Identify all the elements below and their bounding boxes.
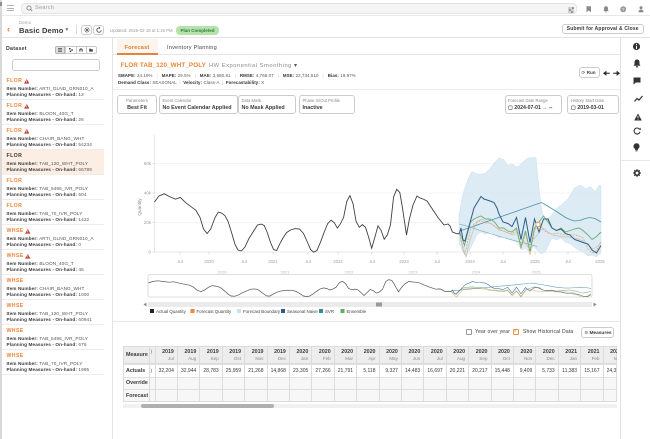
svg-text:40k: 40k [144,191,152,196]
svg-text:Jul: Jul [241,259,247,264]
svg-text:20k: 20k [144,220,152,225]
svg-text:2024: 2024 [472,270,482,275]
svg-text:Ensemble: Ensemble [347,309,367,314]
svg-text:Forecast Boundary: Forecast Boundary [243,309,281,314]
svg-text:2021: 2021 [281,270,291,275]
svg-text:Jul: Jul [177,259,183,264]
svg-text:2020: 2020 [218,270,228,275]
svg-text:Jul: Jul [500,259,506,264]
svg-text:SVR: SVR [325,309,334,314]
svg-text:Seasonal Naive: Seasonal Naive [287,309,318,314]
svg-text:Jul: Jul [369,259,375,264]
svg-text:0: 0 [149,250,152,255]
svg-text:2022: 2022 [333,259,343,264]
svg-text:Jul: Jul [565,259,571,264]
svg-text:2022: 2022 [345,270,355,275]
svg-text:60k: 60k [144,161,152,166]
svg-text:2023: 2023 [409,270,419,275]
svg-text:2024: 2024 [465,259,475,264]
svg-text:2023: 2023 [399,259,409,264]
svg-text:2020: 2020 [204,259,214,264]
svg-text:2025: 2025 [532,270,542,275]
svg-text:2021: 2021 [268,259,278,264]
svg-text:Actual Quantity: Actual Quantity [156,309,187,314]
svg-text:Forecast Quantity: Forecast Quantity [197,309,232,314]
svg-text:Jul: Jul [434,259,440,264]
svg-text:Jul: Jul [305,259,311,264]
svg-text:2026: 2026 [595,259,605,264]
svg-text:2025: 2025 [530,259,540,264]
svg-text:Quantity: Quantity [137,198,142,216]
